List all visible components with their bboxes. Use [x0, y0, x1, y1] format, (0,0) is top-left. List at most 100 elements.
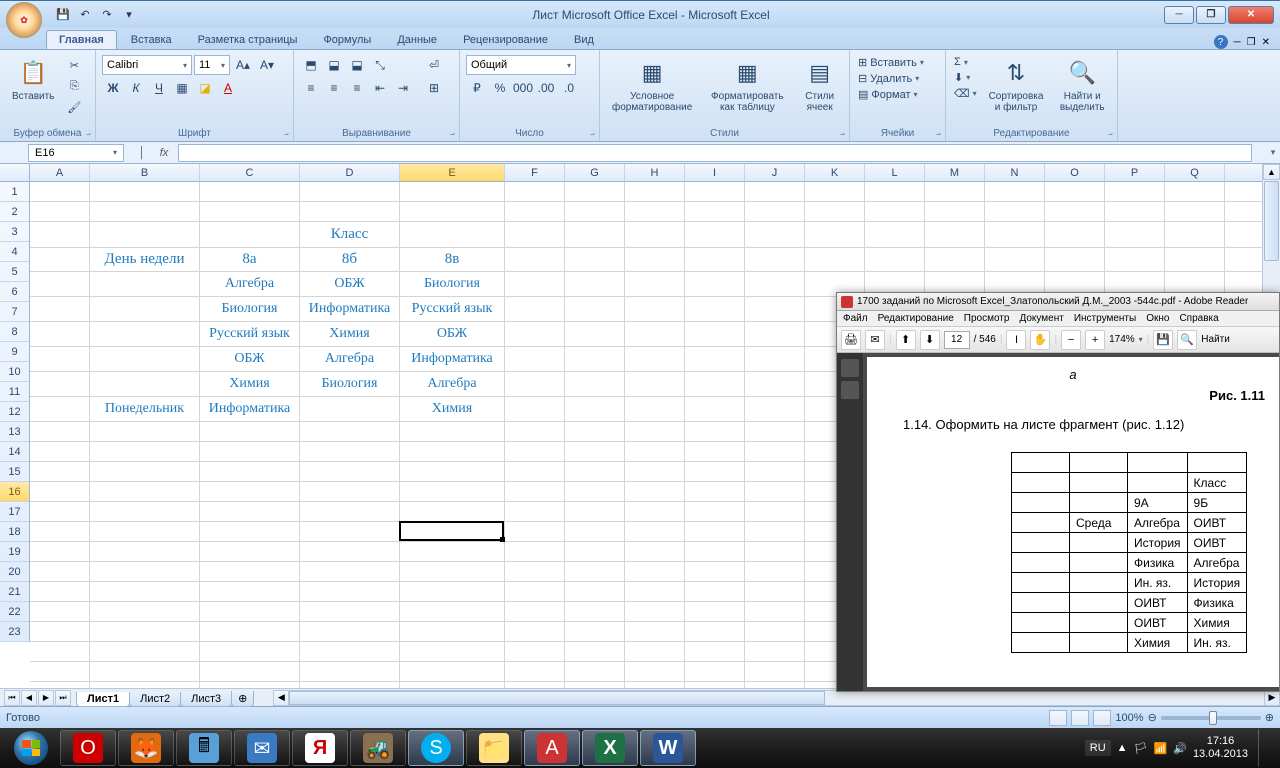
- cell[interactable]: Русский язык: [200, 322, 300, 347]
- close-button[interactable]: ✕: [1228, 6, 1274, 24]
- column-header[interactable]: O: [1045, 164, 1105, 181]
- cell[interactable]: ОБЖ: [200, 347, 300, 372]
- cell[interactable]: Русский язык: [400, 297, 505, 322]
- task-skype[interactable]: S: [408, 730, 464, 766]
- start-button[interactable]: [4, 730, 58, 766]
- sheet-tab-1[interactable]: Лист1: [76, 692, 130, 707]
- column-header[interactable]: A: [30, 164, 90, 181]
- row-header[interactable]: 12: [0, 402, 29, 422]
- view-normal-icon[interactable]: [1049, 710, 1067, 726]
- tab-page-layout[interactable]: Разметка страницы: [186, 31, 310, 49]
- qat-redo-icon[interactable]: ↷: [98, 6, 116, 24]
- tray-sound-icon[interactable]: 🔊: [1173, 742, 1187, 755]
- tab-formulas[interactable]: Формулы: [311, 31, 383, 49]
- cell[interactable]: Алгебра: [300, 347, 400, 372]
- column-header[interactable]: D: [300, 164, 400, 181]
- comma-icon[interactable]: 000: [512, 78, 534, 98]
- cell[interactable]: ОБЖ: [300, 272, 400, 297]
- row-header[interactable]: 19: [0, 542, 29, 562]
- row-header[interactable]: 16: [0, 482, 29, 502]
- zoom-value[interactable]: 100%: [1115, 712, 1143, 724]
- clear-button[interactable]: ⌫▾: [952, 86, 979, 101]
- row-header[interactable]: 8: [0, 322, 29, 342]
- show-desktop-button[interactable]: [1258, 729, 1272, 767]
- row-header[interactable]: 22: [0, 602, 29, 622]
- sheet-tab-3[interactable]: Лист3: [180, 692, 232, 707]
- zoom-slider[interactable]: [1161, 716, 1261, 720]
- percent-icon[interactable]: %: [489, 78, 511, 98]
- find-select-button[interactable]: 🔍Найти и выделить: [1053, 55, 1111, 115]
- task-word[interactable]: W: [640, 730, 696, 766]
- pdf-save-icon[interactable]: 💾: [1153, 330, 1173, 350]
- tray-up-icon[interactable]: ▲: [1117, 742, 1128, 754]
- pdf-menu-doc[interactable]: Документ: [1019, 313, 1063, 324]
- task-opera[interactable]: O: [60, 730, 116, 766]
- vscroll-thumb[interactable]: [1264, 181, 1279, 261]
- autosum-button[interactable]: Σ▾: [952, 55, 979, 69]
- align-center-icon[interactable]: ≡: [323, 78, 345, 98]
- zoom-in-button[interactable]: ⊕: [1265, 711, 1274, 724]
- pdf-menu-help[interactable]: Справка: [1179, 313, 1218, 324]
- format-painter-icon[interactable]: 🖌: [64, 97, 84, 117]
- column-header[interactable]: I: [685, 164, 745, 181]
- cell[interactable]: Химия: [400, 397, 505, 422]
- format-cells-button[interactable]: ▤Формат▾: [856, 87, 926, 102]
- pdf-mail-icon[interactable]: ✉: [865, 330, 885, 350]
- cell[interactable]: Химия: [200, 372, 300, 397]
- view-page-layout-icon[interactable]: [1071, 710, 1089, 726]
- cell[interactable]: Химия: [300, 322, 400, 347]
- task-adobe-reader[interactable]: A: [524, 730, 580, 766]
- scroll-up-icon[interactable]: ▲: [1263, 164, 1280, 180]
- row-header[interactable]: 20: [0, 562, 29, 582]
- hscroll-thumb[interactable]: [289, 691, 825, 705]
- minimize-button[interactable]: ─: [1164, 6, 1194, 24]
- qat-undo-icon[interactable]: ↶: [76, 6, 94, 24]
- row-header[interactable]: 15: [0, 462, 29, 482]
- dec-decimal-icon[interactable]: .0: [558, 78, 580, 98]
- row-header[interactable]: 17: [0, 502, 29, 522]
- sheet-tab-new[interactable]: ⊕: [231, 691, 254, 707]
- pdf-reader-window[interactable]: 1700 заданий по Microsoft Excel_Златопол…: [836, 292, 1280, 692]
- fx-insert-function-button[interactable]: fx: [154, 144, 174, 162]
- row-header[interactable]: 9: [0, 342, 29, 362]
- row-header[interactable]: 21: [0, 582, 29, 602]
- tab-home[interactable]: Главная: [46, 30, 117, 49]
- cell[interactable]: Алгебра: [400, 372, 505, 397]
- cell[interactable]: 8в: [400, 248, 505, 272]
- cell[interactable]: ОБЖ: [400, 322, 505, 347]
- pdf-titlebar[interactable]: 1700 заданий по Microsoft Excel_Златопол…: [837, 293, 1279, 311]
- column-header[interactable]: H: [625, 164, 685, 181]
- column-header[interactable]: P: [1105, 164, 1165, 181]
- pdf-zoom-out-icon[interactable]: −: [1061, 330, 1081, 350]
- office-button[interactable]: ✿: [6, 2, 42, 38]
- fill-color-icon[interactable]: ◪: [194, 78, 216, 98]
- row-header[interactable]: 6: [0, 282, 29, 302]
- font-name-combo[interactable]: Calibri▾: [102, 55, 192, 75]
- ribbon-close-icon[interactable]: ✕: [1262, 37, 1270, 48]
- pdf-zoom-in-icon[interactable]: +: [1085, 330, 1105, 350]
- cut-icon[interactable]: ✂: [64, 55, 84, 75]
- column-header[interactable]: F: [505, 164, 565, 181]
- merge-center-icon[interactable]: ⊞: [421, 78, 447, 98]
- align-bottom-icon[interactable]: ⬓: [346, 55, 368, 75]
- currency-icon[interactable]: ₽: [466, 78, 488, 98]
- qat-customize-icon[interactable]: ▾: [120, 6, 138, 24]
- tray-language[interactable]: RU: [1085, 740, 1111, 756]
- column-header[interactable]: G: [565, 164, 625, 181]
- pdf-page-input[interactable]: [944, 331, 970, 349]
- font-color-icon[interactable]: A: [217, 78, 239, 98]
- align-left-icon[interactable]: ≡: [300, 78, 322, 98]
- tab-insert[interactable]: Вставка: [119, 31, 184, 49]
- row-header[interactable]: 2: [0, 202, 29, 222]
- format-as-table-button[interactable]: ▦Форматировать как таблицу: [702, 55, 792, 115]
- tab-data[interactable]: Данные: [385, 31, 449, 49]
- align-middle-icon[interactable]: ⬓: [323, 55, 345, 75]
- pdf-zoom-value[interactable]: 174%: [1109, 334, 1135, 345]
- cell[interactable]: Класс: [300, 222, 400, 248]
- select-all-corner[interactable]: [0, 164, 30, 181]
- name-box[interactable]: E16▾: [28, 144, 124, 162]
- cell[interactable]: Биология: [400, 272, 505, 297]
- sort-filter-button[interactable]: ⇅Сортировка и фильтр: [983, 55, 1050, 115]
- tray-clock[interactable]: 17:16 13.04.2013: [1193, 735, 1248, 761]
- pdf-select-icon[interactable]: I: [1006, 330, 1026, 350]
